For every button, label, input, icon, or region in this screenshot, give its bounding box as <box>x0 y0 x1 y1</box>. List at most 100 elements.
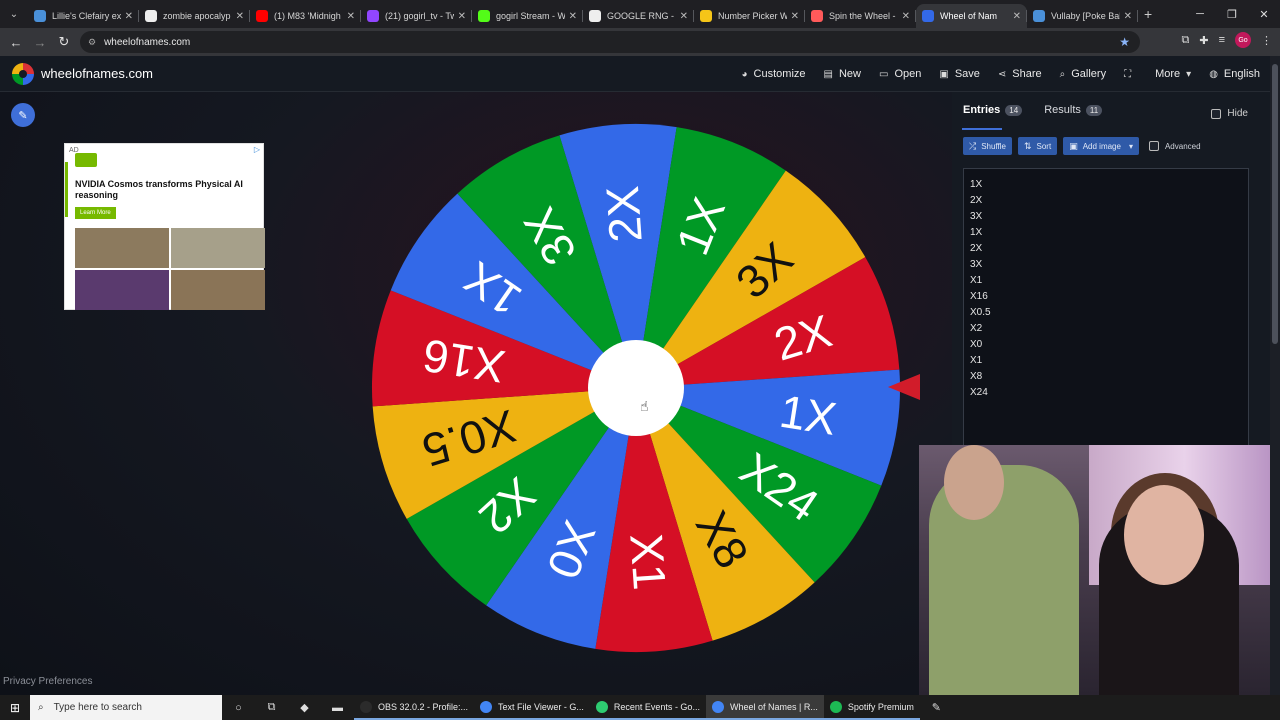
url-field[interactable]: ⚙ wheelofnames.com ★ <box>80 31 1140 53</box>
sort-button[interactable]: ⇅ Sort <box>1017 137 1058 155</box>
tab-title: gogirl Stream - W <box>496 11 565 21</box>
entries-count-badge: 14 <box>1005 104 1023 116</box>
shuffle-button[interactable]: ⤮ Shuffle <box>963 137 1012 155</box>
close-tab-icon[interactable]: ✕ <box>1013 11 1021 22</box>
back-icon[interactable]: ← <box>4 35 28 50</box>
new-tab-icon[interactable]: + <box>1144 6 1152 22</box>
close-tab-icon[interactable]: ✕ <box>791 11 799 22</box>
puzzle-icon[interactable]: ✚ <box>1199 34 1208 47</box>
entry-line: 2X <box>970 243 983 254</box>
scrollbar-thumb[interactable] <box>1272 64 1278 344</box>
tab-entries[interactable]: Entries 14 <box>963 104 1023 116</box>
menu-item-open[interactable]: ▭ Open <box>879 68 921 80</box>
file-explorer-icon[interactable]: ▬ <box>321 702 354 714</box>
menu-item-save[interactable]: ▣ Save <box>939 68 980 80</box>
menu-item-label: Share <box>1012 68 1042 80</box>
browser-tab[interactable]: Vullaby [Poke Ball ✕ <box>1027 4 1138 28</box>
browser-tab[interactable]: zombie apocalyp ✕ <box>139 4 250 28</box>
site-info-icon[interactable]: ⚙ <box>88 37 96 48</box>
wheel-center-hub[interactable] <box>588 340 684 436</box>
close-tab-icon[interactable]: ✕ <box>680 11 688 22</box>
menu-item-english[interactable]: ◍ English <box>1209 68 1260 80</box>
ad-accent <box>65 162 68 217</box>
browser-tab[interactable]: Lillie's Clefairy ex ✕ <box>28 4 139 28</box>
close-tab-icon[interactable]: ✕ <box>125 11 133 22</box>
entry-line: X2 <box>970 323 983 334</box>
entry-line: 3X <box>970 259 983 270</box>
taskbar-app[interactable]: Spotify Premium <box>823 695 920 720</box>
close-tab-icon[interactable]: ✕ <box>569 11 577 22</box>
entry-line: X0 <box>970 339 983 350</box>
taskbar-app[interactable]: Recent Events - Go... <box>589 695 706 720</box>
fullscreen-icon: ⛶ <box>1124 68 1132 80</box>
browser-tab[interactable]: Wheel of Nam ✕ <box>916 4 1027 28</box>
browser-tab[interactable]: Spin the Wheel - ✕ <box>805 4 916 28</box>
notepad-icon[interactable]: ✎ <box>920 701 953 714</box>
menu-item-fullscreen[interactable]: ⛶ <box>1124 69 1137 80</box>
menu-item-new[interactable]: ▤ New <box>824 68 861 80</box>
search-icon: ⌕ <box>38 702 44 713</box>
browser-tab[interactable]: gogirl Stream - W ✕ <box>472 4 583 28</box>
folder-icon: ▭ <box>878 68 889 80</box>
copilot-icon[interactable]: ◆ <box>288 701 321 714</box>
tab-title: Spin the Wheel - <box>829 11 896 21</box>
browser-tab[interactable]: (21) gogirl_tv - Tw ✕ <box>361 4 472 28</box>
close-tab-icon[interactable]: ✕ <box>236 11 244 22</box>
profile-avatar[interactable]: Go <box>1235 32 1251 48</box>
bookmark-star-icon[interactable]: ★ <box>1119 35 1130 49</box>
site-name[interactable]: wheelofnames.com <box>41 66 153 81</box>
advertisement[interactable]: AD ▷ NVIDIA Cosmos transforms Physical A… <box>64 143 265 310</box>
page-scrollbar[interactable] <box>1270 56 1280 695</box>
taskbar-app[interactable]: Wheel of Names | R... <box>705 695 824 720</box>
tab-results-label: Results <box>1044 104 1081 116</box>
maximize-icon[interactable]: ❐ <box>1216 0 1248 28</box>
advanced-checkbox-box[interactable] <box>1148 141 1159 151</box>
tab-search-icon[interactable]: ⌄ <box>0 0 28 28</box>
menu-item-more[interactable]: More ▾ <box>1155 68 1191 80</box>
reload-icon[interactable]: ↻ <box>52 34 76 50</box>
taskbar-search-placeholder: Type here to search <box>53 702 142 713</box>
minimize-icon[interactable]: ─ <box>1184 0 1216 28</box>
windows-start-icon[interactable]: ⊞ <box>0 695 30 720</box>
close-tab-icon[interactable]: ✕ <box>458 11 466 22</box>
browser-tab[interactable]: (1) M83 'Midnigh ✕ <box>250 4 361 28</box>
close-tab-icon[interactable]: ✕ <box>902 11 910 22</box>
privacy-preferences-link[interactable]: Privacy Preferences <box>3 676 92 687</box>
taskbar-search-input[interactable]: ⌕ Type here to search <box>30 695 222 720</box>
wheel-logo-icon[interactable] <box>12 62 34 85</box>
ad-choices-icon[interactable]: ▷ <box>254 145 260 154</box>
ad-cta-button[interactable]: Learn More <box>75 207 116 219</box>
hide-checkbox-box[interactable] <box>1211 108 1222 119</box>
webcam-person-right-head <box>1124 485 1204 585</box>
taskbar-app-label: Recent Events - Go... <box>613 701 700 712</box>
close-tab-icon[interactable]: ✕ <box>347 11 355 22</box>
browser-tab[interactable]: Number Picker W ✕ <box>694 4 805 28</box>
chevron-down-icon: ▾ <box>1186 68 1192 80</box>
menu-item-customize[interactable]: ◕ Customize <box>742 68 806 80</box>
wheel-segment-label: X1 <box>620 532 676 592</box>
taskbar-app[interactable]: Text File Viewer - G... <box>474 695 590 720</box>
advanced-checkbox[interactable]: Advanced <box>1148 141 1201 151</box>
add-image-button[interactable]: ▣ Add image ▾ <box>1063 137 1139 155</box>
forward-icon[interactable]: → <box>28 35 52 50</box>
media-icon[interactable]: ≡ <box>1219 34 1225 46</box>
close-tab-icon[interactable]: ✕ <box>1124 11 1132 22</box>
wheel[interactable]: 2X 1X3X2X1XX24X8X1X0X2X0.5X161X3X <box>366 118 906 658</box>
kebab-menu-icon[interactable]: ⋮ <box>1261 34 1272 47</box>
cortana-icon[interactable]: ○ <box>222 702 255 714</box>
task-view-icon[interactable]: ⧉ <box>255 701 288 714</box>
entries-textarea[interactable]: 1X 2X 3X 1X 2X 3X X1 X16 X0.5 X2 X0 X1 X8 X24 <box>963 168 1249 452</box>
extension-icon[interactable]: ⧉ <box>1182 34 1190 47</box>
menu-item-gallery[interactable]: ⌕ Gallery <box>1060 68 1106 80</box>
close-window-icon[interactable]: ✕ <box>1248 0 1280 28</box>
menu-item-share[interactable]: ⋖ Share <box>998 68 1042 80</box>
taskbar-app[interactable]: OBS 32.0.2 - Profile:... <box>354 695 475 720</box>
tab-title: (1) M83 'Midnigh <box>274 11 341 21</box>
browser-tab[interactable]: GOOGLE RNG - G ✕ <box>583 4 694 28</box>
tab-favicon-icon <box>589 10 601 22</box>
hide-checkbox[interactable]: Hide <box>1211 108 1248 119</box>
tab-results[interactable]: Results 11 <box>1044 104 1103 116</box>
webcam-person-left-head <box>944 445 1004 520</box>
image-icon: ▣ <box>1069 140 1078 151</box>
edit-pencil-icon[interactable]: ✎ <box>11 103 35 127</box>
